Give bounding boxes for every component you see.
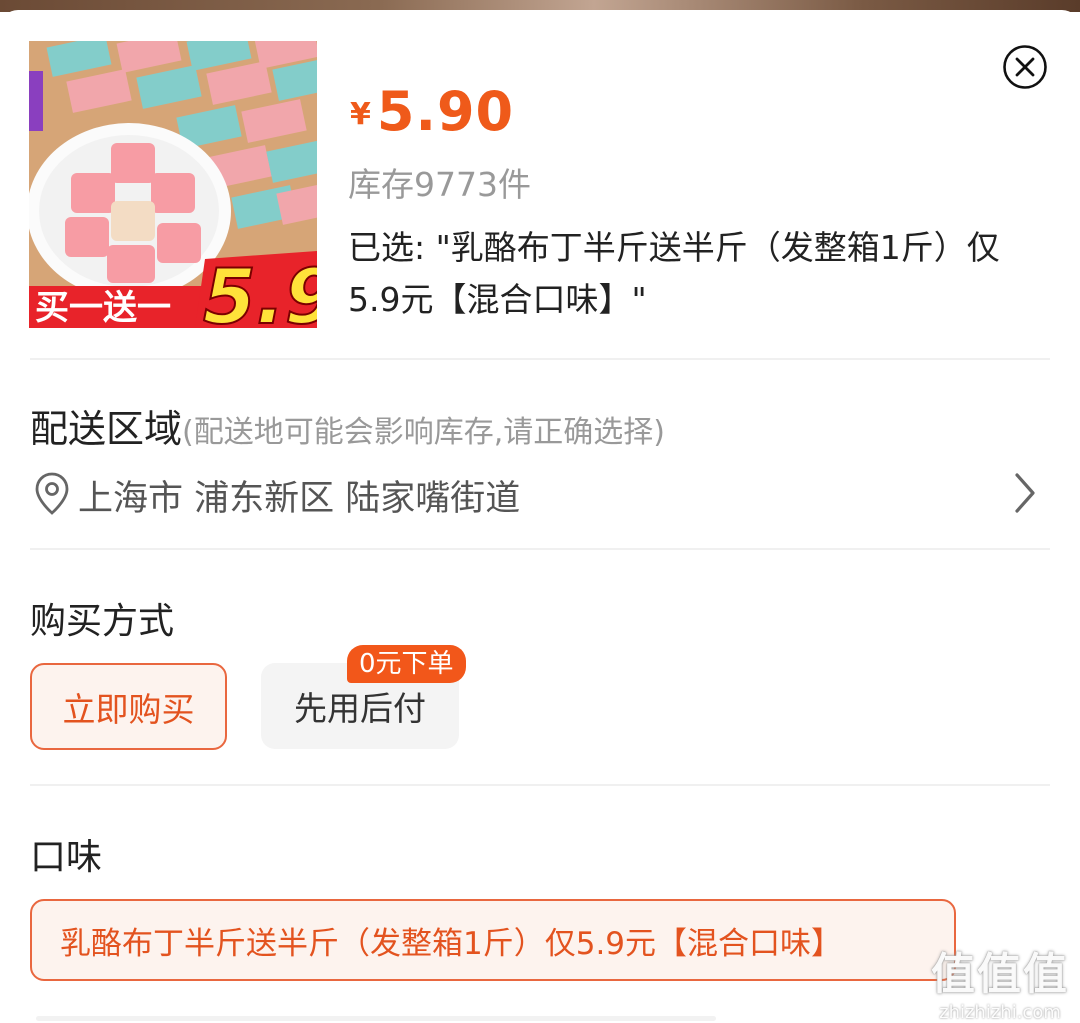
watermark-logo: 值值值 [931, 949, 1069, 1000]
address-text: 上海市 浦东新区 陆家嘴街道 [78, 479, 521, 519]
flavor-option-mixed[interactable]: 乳酪布丁半斤送半斤（发整箱1斤）仅5.9元【混合口味】 [30, 899, 956, 981]
zero-down-badge: 0元下单 [347, 645, 466, 683]
divider [30, 548, 1050, 550]
flavor-title: 口味 [30, 837, 103, 878]
close-circle-icon [1003, 45, 1047, 89]
delivery-area-hint: (配送地可能会影响库存,请正确选择) [182, 415, 665, 450]
banner-text: 买一送一 [35, 288, 171, 328]
banner-price: 5.9 [203, 252, 317, 328]
next-option-edge [36, 1016, 716, 1021]
sku-selection-sheet: 买一送一 5.9 ¥5.90 库存9773件 已选: "乳酪布丁半斤送半斤（发整… [0, 10, 1080, 1021]
selected-sku-text: 已选: "乳酪布丁半斤送半斤（发整箱1斤）仅5.9元【混合口味】" [348, 228, 1000, 319]
watermark-url: zhizhizhi.com [939, 1002, 1061, 1023]
product-image: 买一送一 5.9 [29, 41, 317, 328]
divider [30, 784, 1050, 786]
purchase-method-title: 购买方式 [30, 601, 175, 642]
chevron-right-icon [1015, 473, 1035, 513]
address-selector[interactable]: 上海市 浦东新区 陆家嘴街道 [30, 466, 1050, 522]
site-watermark: 值值值 zhizhizhi.com [930, 938, 1070, 1023]
price-value: 5.90 [376, 80, 515, 143]
buy-now-option[interactable]: 立即购买 [30, 663, 227, 750]
divider [30, 358, 1050, 360]
delivery-area-title: 配送区域(配送地可能会影响库存,请正确选择) [30, 398, 665, 453]
stock-count: 库存9773件 [348, 165, 531, 204]
location-pin-icon [35, 472, 69, 515]
currency-symbol: ¥ [350, 97, 371, 132]
price: ¥5.90 [350, 80, 514, 143]
delivery-area-label: 配送区域 [30, 407, 183, 451]
close-button[interactable] [1002, 44, 1048, 90]
